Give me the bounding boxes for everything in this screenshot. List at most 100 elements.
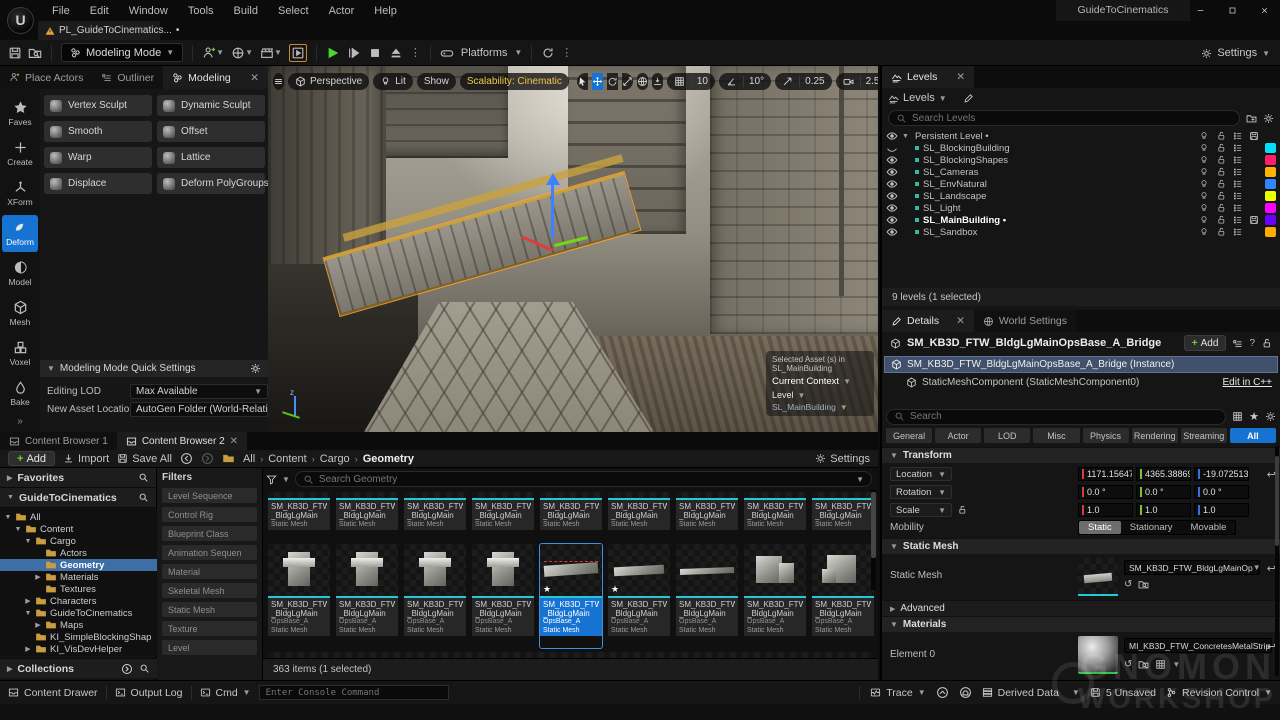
eye-icon[interactable] xyxy=(886,214,898,226)
cb-settings-button[interactable]: Settings xyxy=(815,453,870,465)
details-icon[interactable] xyxy=(1233,179,1243,189)
rail-item-create[interactable]: Create xyxy=(2,135,38,172)
lighting-icon[interactable] xyxy=(1199,167,1209,177)
level-row-persistent-level-[interactable]: ▼Persistent Level • xyxy=(882,130,1280,142)
collections-header[interactable]: ▶ Collections xyxy=(0,658,157,678)
help-icon[interactable]: ? xyxy=(1249,338,1255,349)
level-color-swatch[interactable] xyxy=(1265,143,1276,153)
filter-level[interactable]: Level xyxy=(162,640,257,655)
scale-dropdown[interactable]: Scale▼ xyxy=(890,503,952,517)
lock-icon[interactable] xyxy=(957,505,967,515)
viewport[interactable]: Perspective Lit Show Scalability: Cinema… xyxy=(268,66,878,432)
lighting-icon[interactable] xyxy=(1199,131,1209,141)
rotation-x-field[interactable]: 0.0 ° xyxy=(1078,485,1133,499)
maximize-button[interactable] xyxy=(1216,0,1248,21)
filter-blueprint-class[interactable]: Blueprint Class xyxy=(162,526,257,541)
asset-tile-6[interactable]: ★SM_KB3D_FTW_BldgLgMainOpsBase_AStatic M… xyxy=(608,544,670,648)
asset-tile-clipped[interactable]: SM_KB3D_FTW_BldgLgMainStatic Mesh xyxy=(268,492,330,538)
menu-actor[interactable]: Actor xyxy=(319,5,365,17)
close-tab-icon[interactable]: ✕ xyxy=(956,71,965,83)
level-row-sl-blockingshapes[interactable]: SL_BlockingShapes xyxy=(882,154,1280,166)
minimize-button[interactable] xyxy=(1184,0,1216,21)
lighting-icon[interactable] xyxy=(1199,203,1209,213)
display-grid-icon[interactable] xyxy=(1232,411,1243,422)
tree-item-cargo[interactable]: ▼Cargo xyxy=(0,535,157,547)
mobility-movable[interactable]: Movable xyxy=(1182,521,1236,534)
lighting-icon[interactable] xyxy=(1199,155,1209,165)
add-level-folder-icon[interactable] xyxy=(1246,113,1257,124)
filter-skeletal-mesh[interactable]: Skeletal Mesh xyxy=(162,583,257,598)
viewport-menu-button[interactable] xyxy=(273,73,284,90)
level-color-swatch[interactable] xyxy=(1265,179,1276,189)
lock-icon[interactable] xyxy=(1216,215,1226,225)
rail-item-faves[interactable]: Faves xyxy=(2,95,38,132)
material-options-icon[interactable] xyxy=(1155,659,1166,670)
tree-item-ki-visdevhelper[interactable]: ▶KI_VisDevHelper xyxy=(0,643,157,655)
frame-skip-button[interactable] xyxy=(347,46,361,60)
search-icon[interactable] xyxy=(138,492,149,503)
select-tool[interactable] xyxy=(577,73,588,90)
tab-world-settings[interactable]: World Settings xyxy=(974,310,1076,332)
asset-grid-scrollbar[interactable] xyxy=(871,490,876,590)
transform-section-header[interactable]: ▼Transform xyxy=(882,447,1280,463)
level-color-swatch[interactable] xyxy=(1265,167,1276,177)
eye-icon[interactable] xyxy=(886,190,898,202)
details-filter-rendering[interactable]: Rendering xyxy=(1132,428,1178,443)
details-icon[interactable] xyxy=(1233,155,1243,165)
edit-in-cpp-link[interactable]: Edit in C++ xyxy=(1223,377,1272,388)
asset-tile-clipped[interactable]: SM_KB3D_FTW_BldgLgMainStatic Mesh xyxy=(472,492,534,538)
rail-item-voxel[interactable]: Voxel xyxy=(2,335,38,372)
eye-icon[interactable] xyxy=(886,166,898,178)
import-button[interactable]: Import xyxy=(63,453,109,465)
details-search-input[interactable] xyxy=(910,411,1218,422)
breadcrumb-cargo[interactable]: Cargo xyxy=(320,453,350,465)
mode-selector[interactable]: Modeling Mode ▼ xyxy=(61,43,183,62)
reset-icon[interactable]: ↩ xyxy=(1267,468,1276,481)
lock-icon[interactable] xyxy=(1261,338,1272,349)
level-color-swatch[interactable] xyxy=(1265,155,1276,165)
level-row-sl-landscape[interactable]: SL_Landscape xyxy=(882,190,1280,202)
tab-levels[interactable]: Levels ✕ xyxy=(882,66,974,88)
static-mesh-section-header[interactable]: ▼Static Mesh xyxy=(882,538,1280,554)
details-icon[interactable] xyxy=(1233,191,1243,201)
asset-tile-8[interactable]: SM_KB3D_FTW_BldgLgMainOpsBase_AStatic Me… xyxy=(744,544,806,648)
levels-settings-icon[interactable] xyxy=(1263,113,1274,124)
filter-static-mesh[interactable]: Static Mesh xyxy=(162,602,257,617)
asset-tile-clipped[interactable]: SM_KB3D_FTW_BldgLgMainStatic Mesh xyxy=(744,492,806,538)
close-tab-icon[interactable]: ✕ xyxy=(230,436,238,447)
level-row-sl-cameras[interactable]: SL_Cameras xyxy=(882,166,1280,178)
asset-tile-7[interactable]: SM_KB3D_FTW_BldgLgMainOpsBase_AStatic Me… xyxy=(676,544,738,648)
lock-icon[interactable] xyxy=(1216,203,1226,213)
filter-animation-sequen[interactable]: Animation Sequen xyxy=(162,545,257,560)
surface-snap-toggle[interactable] xyxy=(652,73,663,90)
scale-snap-control[interactable]: 0.25 xyxy=(775,73,831,90)
save-level-icon[interactable] xyxy=(1249,131,1259,141)
materials-section-header[interactable]: ▼Materials xyxy=(882,616,1280,632)
rotation-z-field[interactable]: 0.0 ° xyxy=(1194,485,1249,499)
level-row-sl-light[interactable]: SL_Light xyxy=(882,202,1280,214)
details-settings-icon[interactable] xyxy=(1265,411,1276,422)
forward-icon[interactable] xyxy=(201,452,214,465)
level-color-swatch[interactable] xyxy=(1265,203,1276,213)
revision-control-dropdown[interactable]: Revision Control▼ xyxy=(1166,687,1272,699)
details-icon[interactable] xyxy=(1233,143,1243,153)
rail-item-deform[interactable]: Deform xyxy=(2,215,38,252)
tool-vertex-sculpt[interactable]: Vertex Sculpt xyxy=(44,95,152,116)
rotation-y-field[interactable]: 0.0 ° xyxy=(1136,485,1191,499)
location-y-field[interactable]: 4365.388696 xyxy=(1136,467,1191,481)
close-button[interactable] xyxy=(1248,0,1280,21)
eject-button[interactable] xyxy=(389,46,403,60)
stop-button[interactable] xyxy=(368,46,382,60)
tree-item-materials[interactable]: ▶Materials xyxy=(0,571,157,583)
tree-item-content[interactable]: ▼Content xyxy=(0,523,157,535)
eye-icon[interactable] xyxy=(886,178,898,190)
show-dropdown[interactable]: Show xyxy=(417,73,456,90)
close-tab-icon[interactable]: ✕ xyxy=(956,315,965,327)
add-collection-icon[interactable] xyxy=(121,663,133,675)
favorites-header[interactable]: ▶ Favorites xyxy=(0,468,156,488)
toolbar-kebab[interactable]: ⋮ xyxy=(561,46,572,59)
details-filter-streaming[interactable]: Streaming xyxy=(1181,428,1227,443)
tree-item-textures[interactable]: Textures xyxy=(0,583,157,595)
details-search[interactable] xyxy=(886,409,1226,425)
asset-tile-9[interactable]: SM_KB3D_FTW_BldgLgMainOpsBase_AStatic Me… xyxy=(812,544,874,648)
